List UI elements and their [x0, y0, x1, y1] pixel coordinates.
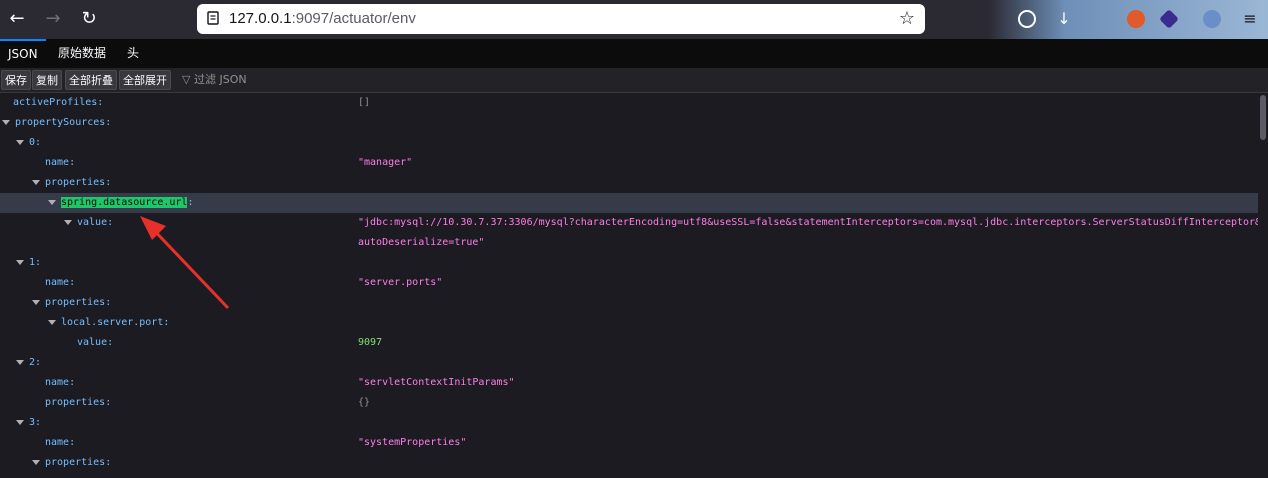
arrow-head — [140, 216, 166, 240]
scrollbar-thumb[interactable] — [1260, 95, 1266, 140]
arrow-shaft — [148, 224, 230, 310]
scrollbar[interactable] — [1258, 93, 1268, 478]
annotation-arrow — [140, 216, 230, 310]
